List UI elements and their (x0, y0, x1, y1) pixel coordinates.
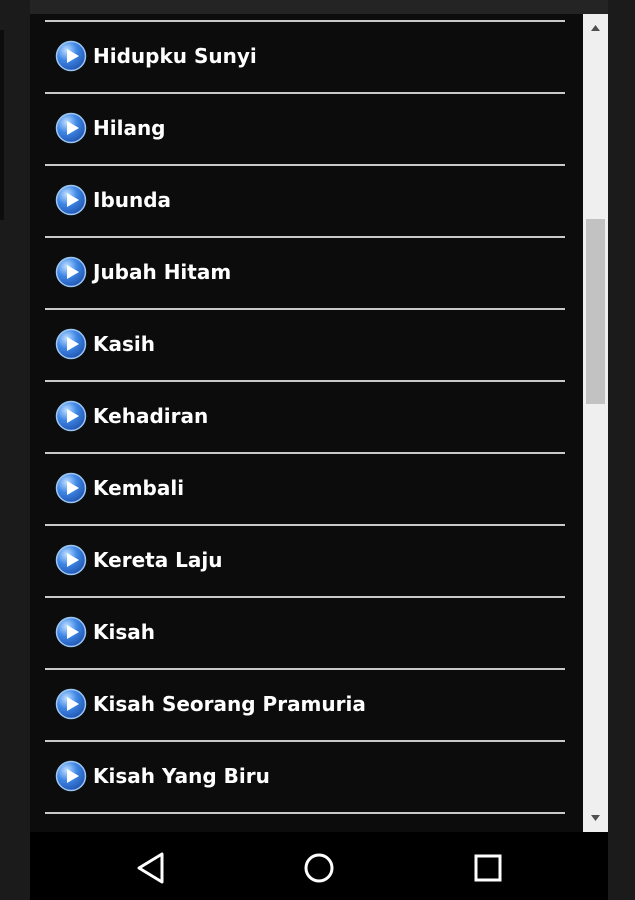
back-triangle-icon[interactable] (131, 848, 171, 888)
play-icon (55, 328, 87, 360)
phone-frame-left (0, 0, 30, 900)
song-list-item[interactable]: Jubah Hitam (45, 236, 565, 308)
play-icon (55, 760, 87, 792)
android-nav-bar (30, 832, 608, 900)
top-bar-strip (30, 0, 608, 14)
song-list-item[interactable] (45, 812, 565, 832)
play-icon (55, 688, 87, 720)
scroll-up-arrow-icon[interactable] (583, 14, 608, 42)
song-title: Hidupku Sunyi (93, 44, 257, 68)
play-icon (55, 616, 87, 648)
phone-frame-right (608, 0, 635, 900)
song-title: Jubah Hitam (93, 260, 232, 284)
song-title: Ibunda (93, 188, 172, 212)
play-icon (55, 400, 87, 432)
play-icon (55, 256, 87, 288)
song-list-item[interactable]: Kisah Yang Biru (45, 740, 565, 812)
song-title: Kisah Seorang Pramuria (93, 692, 366, 716)
song-title: Kisah Yang Biru (93, 764, 270, 788)
play-icon (55, 472, 87, 504)
recents-square-icon[interactable] (468, 848, 508, 888)
song-title: Kembali (93, 476, 185, 500)
song-list-item[interactable]: Kasih (45, 308, 565, 380)
song-list-item[interactable]: Kembali (45, 452, 565, 524)
song-title: Kasih (93, 332, 155, 356)
play-icon (55, 544, 87, 576)
song-title: Kereta Laju (93, 548, 223, 572)
scrollbar-thumb[interactable] (586, 219, 605, 404)
song-title: Hilang (93, 116, 166, 140)
song-title: Kehadiran (93, 404, 209, 428)
play-icon (55, 184, 87, 216)
scrollbar[interactable] (583, 14, 608, 832)
phone-side-button (0, 30, 4, 220)
song-list-item[interactable]: Kisah (45, 596, 565, 668)
song-list-item[interactable]: Hilang (45, 92, 565, 164)
play-icon (55, 112, 87, 144)
song-list-item[interactable]: Kehadiran (45, 380, 565, 452)
song-list-item[interactable]: Ibunda (45, 164, 565, 236)
song-list-item[interactable]: Kisah Seorang Pramuria (45, 668, 565, 740)
play-icon (55, 40, 87, 72)
app-screen: Hidupku Sunyi Hilang Ibunda Jubah Hitam Kasi… (30, 0, 608, 832)
scroll-down-arrow-icon[interactable] (583, 804, 608, 832)
song-title: Kisah (93, 620, 155, 644)
song-list: Hidupku Sunyi Hilang Ibunda Jubah Hitam Kasi… (45, 20, 565, 832)
song-list-item[interactable]: Hidupku Sunyi (45, 20, 565, 92)
home-circle-icon[interactable] (299, 848, 339, 888)
song-list-item[interactable]: Kereta Laju (45, 524, 565, 596)
